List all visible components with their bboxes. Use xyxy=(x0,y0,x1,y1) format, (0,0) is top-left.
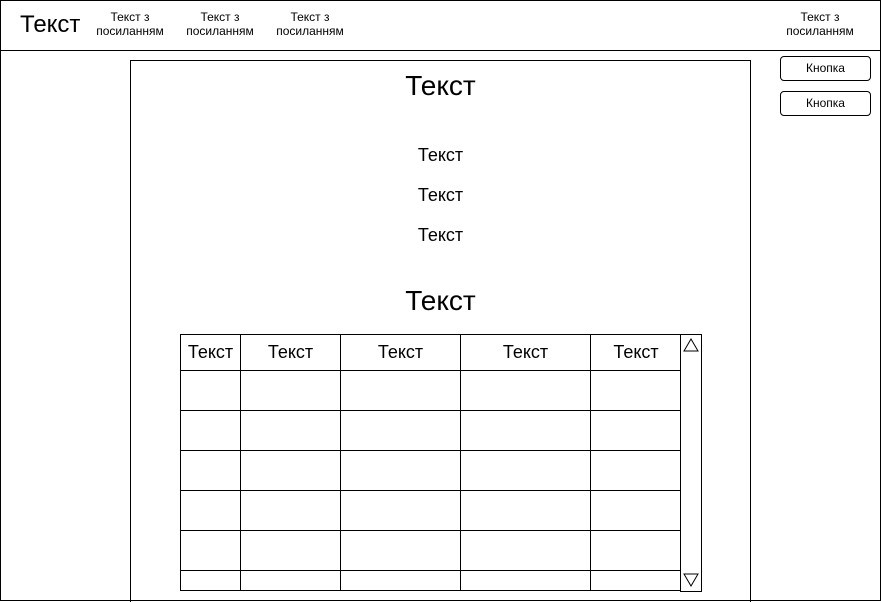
table-cell xyxy=(590,530,682,571)
table-cell xyxy=(590,570,682,591)
table-row[interactable] xyxy=(180,450,682,491)
text-line-3: Текст xyxy=(417,225,464,245)
section-title: Текст xyxy=(405,285,476,316)
table-cell xyxy=(460,450,591,491)
table-cell xyxy=(590,450,682,491)
table-cell xyxy=(460,570,591,591)
table-row[interactable] xyxy=(180,370,682,411)
table-row[interactable] xyxy=(180,530,682,571)
column-header[interactable]: Текст xyxy=(590,334,682,371)
table-cell xyxy=(460,410,591,451)
table-cell xyxy=(340,530,461,571)
table-cell xyxy=(240,530,341,571)
data-table-container: Текст Текст Текст Текст Текст xyxy=(180,334,702,592)
table-cell xyxy=(590,490,682,531)
text-line-1: Текст xyxy=(417,145,464,165)
table-cell xyxy=(460,370,591,411)
column-header[interactable]: Текст xyxy=(240,334,341,371)
triangle-up-icon[interactable] xyxy=(682,336,700,354)
table-cell xyxy=(340,570,461,591)
table-header-row: Текст Текст Текст Текст Текст xyxy=(180,334,682,371)
table-row[interactable] xyxy=(180,570,682,591)
table-cell xyxy=(340,450,461,491)
page-title: Текст xyxy=(405,70,476,101)
table-cell xyxy=(180,530,241,571)
table-cell xyxy=(340,410,461,451)
table-cell xyxy=(340,490,461,531)
triangle-down-icon[interactable] xyxy=(682,571,700,589)
table-cell xyxy=(340,370,461,411)
nav-link-3[interactable]: Текст з посиланням xyxy=(265,10,355,38)
table-cell xyxy=(590,370,682,411)
nav-link-right[interactable]: Текст з посиланням xyxy=(775,10,865,38)
table-cell xyxy=(240,490,341,531)
table-cell xyxy=(180,410,241,451)
action-button-2[interactable]: Кнопка xyxy=(780,91,871,116)
text-line-2: Текст xyxy=(417,185,464,205)
table-cell xyxy=(240,370,341,411)
column-header[interactable]: Текст xyxy=(180,334,241,371)
top-nav-bar: Текст Текст з посиланням Текст з посилан… xyxy=(0,0,881,51)
nav-link-1[interactable]: Текст з посиланням xyxy=(85,10,175,38)
logo-text[interactable]: Текст xyxy=(20,10,80,40)
table-cell xyxy=(240,410,341,451)
table-scrollbar[interactable] xyxy=(680,334,702,592)
table-cell xyxy=(180,490,241,531)
table-cell xyxy=(240,570,341,591)
column-header[interactable]: Текст xyxy=(460,334,591,371)
table-row[interactable] xyxy=(180,490,682,531)
table-cell xyxy=(240,450,341,491)
action-button-1[interactable]: Кнопка xyxy=(780,56,871,81)
table-cell xyxy=(590,410,682,451)
table-cell xyxy=(180,570,241,591)
nav-link-2[interactable]: Текст з посиланням xyxy=(175,10,265,38)
table-cell xyxy=(460,530,591,571)
column-header[interactable]: Текст xyxy=(340,334,461,371)
table-cell xyxy=(180,370,241,411)
table-cell xyxy=(180,450,241,491)
table-cell xyxy=(460,490,591,531)
data-table: Текст Текст Текст Текст Текст xyxy=(180,334,682,591)
table-row[interactable] xyxy=(180,410,682,451)
